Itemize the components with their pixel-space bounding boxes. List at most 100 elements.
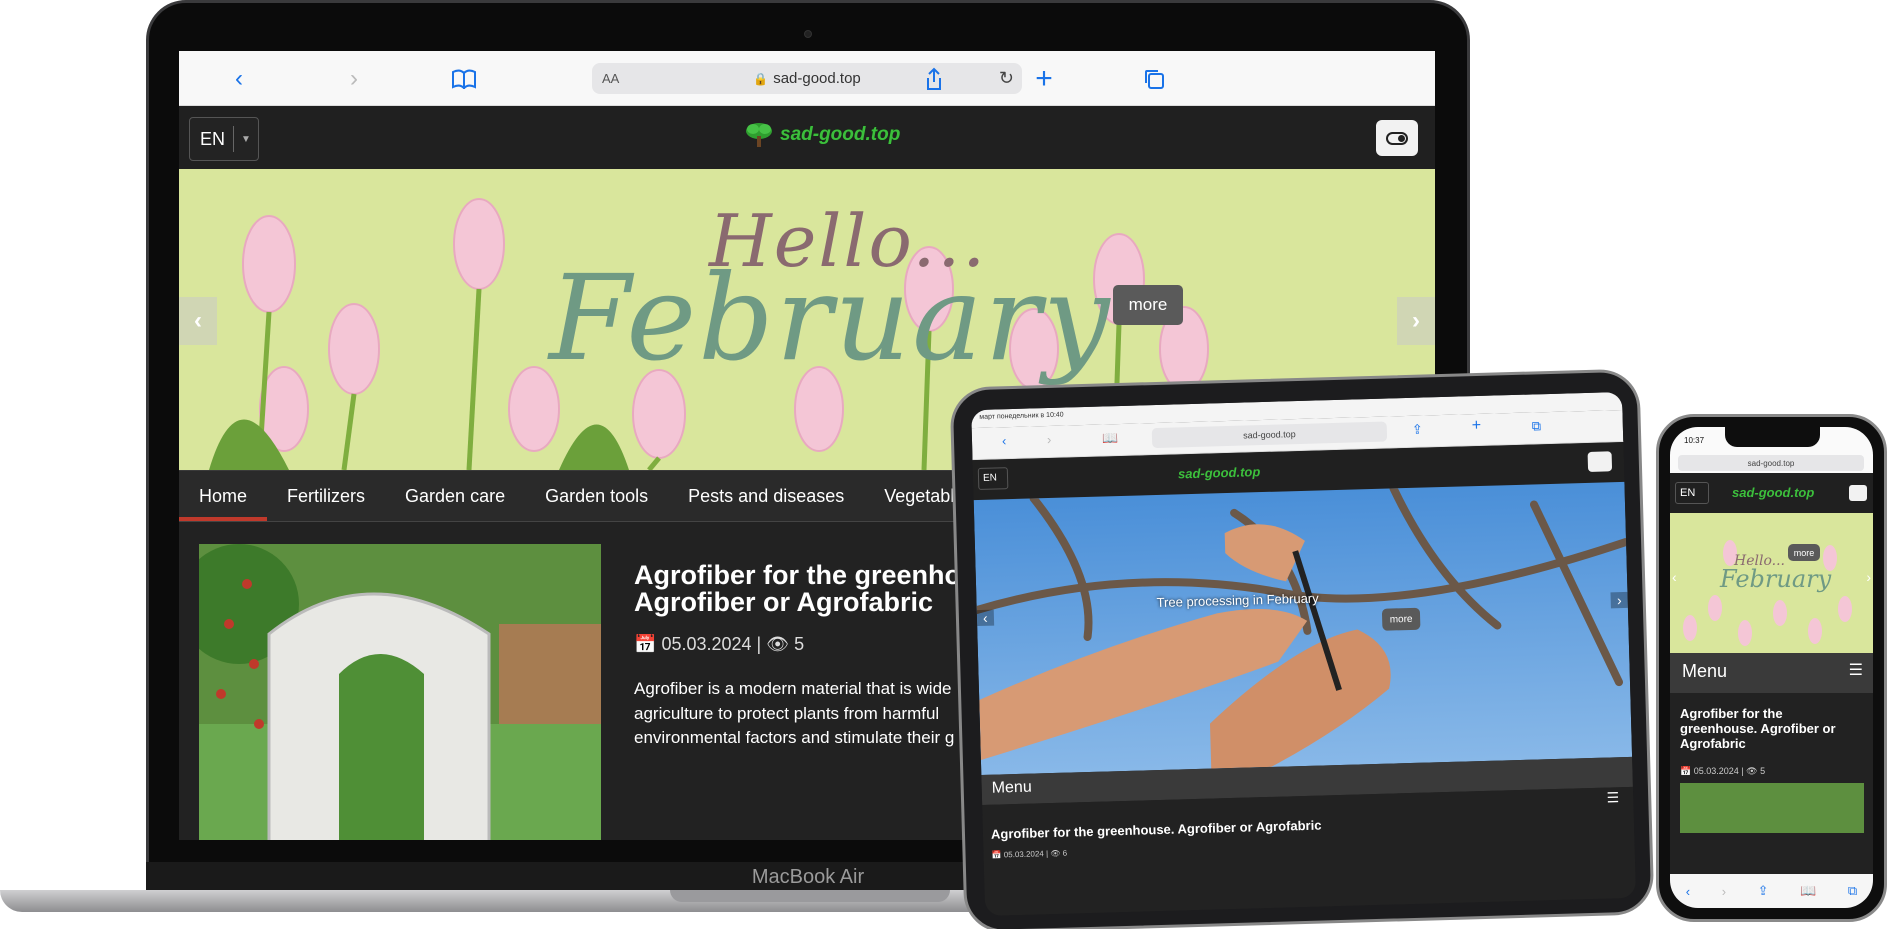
laptop-camera bbox=[804, 30, 812, 38]
tablet-frame: март понедельник в 10:40 ‹ › 📖 sad-good.… bbox=[949, 368, 1655, 929]
phone-menu-bar[interactable]: Menu ☰ bbox=[1670, 653, 1873, 693]
menu-item-garden-tools[interactable]: Garden tools bbox=[525, 471, 668, 521]
tablet-address-bar[interactable]: sad-good.top bbox=[1151, 421, 1388, 449]
forward-arrow-icon[interactable]: › bbox=[1047, 432, 1052, 447]
banner-more-button[interactable]: more bbox=[1113, 285, 1183, 325]
article-title[interactable]: Agrofiber for the greenhou Agrofiber or … bbox=[634, 562, 994, 616]
post-image[interactable] bbox=[1680, 783, 1864, 833]
phone-safari-bottom-bar: ‹ › ⇪ 📖 ⧉ bbox=[1670, 874, 1873, 908]
menu-item-garden-care[interactable]: Garden care bbox=[385, 471, 525, 521]
chevron-down-icon: ▼ bbox=[241, 133, 251, 145]
post-date: 05.03.2024 bbox=[1693, 766, 1739, 776]
post-meta: 📅 05.03.2024 | 👁 5 bbox=[1680, 766, 1766, 776]
theme-toggle[interactable] bbox=[1587, 451, 1613, 472]
calendar-icon: 📅 bbox=[634, 634, 657, 654]
bookmarks-icon[interactable] bbox=[444, 51, 484, 106]
tablet-hero-slide: Tree processing in February more ‹ › bbox=[973, 481, 1633, 776]
article-meta: 📅 05.03.2024 | 👁 5 bbox=[634, 634, 804, 655]
bookmarks-icon[interactable]: 📖 bbox=[1800, 883, 1816, 899]
logo-text[interactable]: sad-good.top bbox=[1732, 485, 1814, 500]
site-header: EN ▼ sad-good.top bbox=[179, 106, 1435, 169]
toggle-icon bbox=[1386, 131, 1408, 145]
phone-post-card: Agrofiber for the greenhouse. Agrofiber … bbox=[1670, 693, 1873, 833]
menu-item-fertilizers[interactable]: Fertilizers bbox=[267, 471, 385, 521]
post-views: 6 bbox=[1062, 848, 1068, 858]
reader-aa-button[interactable]: AA bbox=[602, 71, 619, 86]
phone-address-bar[interactable]: sad-good.top bbox=[1678, 455, 1864, 471]
status-time: 10:37 bbox=[1684, 436, 1705, 445]
article-date: 05.03.2024 bbox=[661, 634, 752, 654]
back-arrow-icon[interactable]: ‹ bbox=[1686, 884, 1690, 899]
tablet-post-card: ☰ Agrofiber for the greenhouse. Agrofibe… bbox=[982, 786, 1636, 885]
phone-banner: Hello... February more ‹ › bbox=[1670, 513, 1873, 653]
hero-more-button[interactable]: more bbox=[1381, 607, 1421, 631]
address-bar[interactable]: AA 🔒 sad-good.top ↻ bbox=[592, 63, 1022, 94]
share-icon[interactable]: ⇪ bbox=[1412, 422, 1423, 438]
hamburger-icon[interactable]: ☰ bbox=[1606, 789, 1619, 806]
article-excerpt: Agrofiber is a modern material that is w… bbox=[634, 679, 955, 748]
post-views: 5 bbox=[1760, 766, 1766, 776]
eye-icon: 👁 bbox=[766, 634, 790, 654]
slider-next-button[interactable]: › bbox=[1610, 591, 1628, 609]
safari-toolbar: ‹ › AA 🔒 sad-good.top ↻ + bbox=[179, 51, 1435, 106]
address-text: sad-good.top bbox=[1747, 458, 1795, 468]
slider-prev-button[interactable]: ‹ bbox=[976, 609, 994, 627]
phone-site-header: EN sad-good.top bbox=[1670, 473, 1873, 513]
language-select[interactable]: EN bbox=[1675, 482, 1709, 504]
calendar-icon: 📅 bbox=[1680, 766, 1692, 776]
language-value: EN bbox=[982, 472, 998, 484]
logo-text[interactable]: sad-good.top bbox=[1178, 464, 1261, 481]
new-tab-icon[interactable]: + bbox=[1024, 51, 1064, 106]
share-icon[interactable] bbox=[914, 51, 954, 106]
language-select[interactable]: EN ▼ bbox=[189, 117, 259, 161]
article-image[interactable] bbox=[199, 544, 601, 840]
tree-logo-icon bbox=[746, 123, 772, 147]
phone-safari-bar: sad-good.top bbox=[1670, 453, 1873, 473]
calendar-icon: 📅 bbox=[991, 850, 1002, 860]
slider-next-button[interactable]: › bbox=[1866, 569, 1871, 585]
post-date: 05.03.2024 bbox=[1003, 849, 1044, 860]
post-meta: 📅 05.03.2024 | 👁 6 bbox=[991, 848, 1068, 860]
theme-toggle[interactable] bbox=[1376, 120, 1418, 156]
meta-separator: | bbox=[756, 634, 762, 654]
lock-icon: 🔒 bbox=[753, 71, 769, 86]
tabs-icon[interactable]: ⧉ bbox=[1532, 418, 1542, 434]
language-value: EN bbox=[1680, 487, 1696, 499]
logo-text: sad-good.top bbox=[780, 124, 901, 145]
tabs-icon[interactable]: ⧉ bbox=[1848, 883, 1857, 899]
banner-month-text: February bbox=[549, 249, 1112, 387]
menu-item-pests-and-diseases[interactable]: Pests and diseases bbox=[668, 471, 864, 521]
tabs-icon[interactable] bbox=[1134, 51, 1174, 106]
language-select[interactable]: EN bbox=[977, 467, 1009, 490]
bookmarks-icon[interactable]: 📖 bbox=[1102, 430, 1119, 446]
address-text: sad-good.top bbox=[773, 70, 861, 87]
site-logo[interactable]: sad-good.top bbox=[744, 121, 900, 149]
slider-prev-button[interactable]: ‹ bbox=[1672, 569, 1677, 585]
phone-notch bbox=[1725, 427, 1820, 447]
banner-more-button[interactable]: more bbox=[1788, 544, 1820, 561]
menu-item-home[interactable]: Home bbox=[179, 471, 268, 521]
device-label: MacBook Air bbox=[751, 865, 865, 888]
slider-next-button[interactable]: › bbox=[1397, 297, 1435, 345]
laptop-notch bbox=[670, 890, 950, 902]
eye-icon: 👁 bbox=[1050, 848, 1061, 859]
theme-toggle[interactable] bbox=[1849, 485, 1867, 501]
post-title[interactable]: Agrofiber for the greenhouse. Agrofiber … bbox=[991, 818, 1322, 842]
language-value: EN bbox=[200, 128, 226, 149]
slider-prev-button[interactable]: ‹ bbox=[179, 297, 217, 345]
reload-icon[interactable]: ↻ bbox=[999, 68, 1014, 89]
device-mockup-scene: ‹ › AA 🔒 sad-good.top ↻ + EN ▼ sad-good.… bbox=[0, 0, 1900, 929]
forward-arrow-icon[interactable]: › bbox=[1722, 884, 1726, 899]
back-arrow-icon[interactable]: ‹ bbox=[219, 51, 259, 106]
menu-label: Menu bbox=[1682, 661, 1728, 681]
post-title[interactable]: Agrofiber for the greenhouse. Agrofiber … bbox=[1680, 706, 1860, 752]
forward-arrow-icon[interactable]: › bbox=[334, 51, 374, 106]
eye-icon: 👁 bbox=[1746, 766, 1758, 776]
pruning-photo bbox=[973, 484, 1631, 769]
tablet-screen: март понедельник в 10:40 ‹ › 📖 sad-good.… bbox=[971, 391, 1637, 916]
address-text: sad-good.top bbox=[1243, 429, 1296, 441]
back-arrow-icon[interactable]: ‹ bbox=[1002, 433, 1007, 448]
hamburger-icon[interactable]: ☰ bbox=[1849, 660, 1863, 680]
share-icon[interactable]: ⇪ bbox=[1758, 883, 1769, 899]
new-tab-icon[interactable]: + bbox=[1472, 417, 1482, 435]
